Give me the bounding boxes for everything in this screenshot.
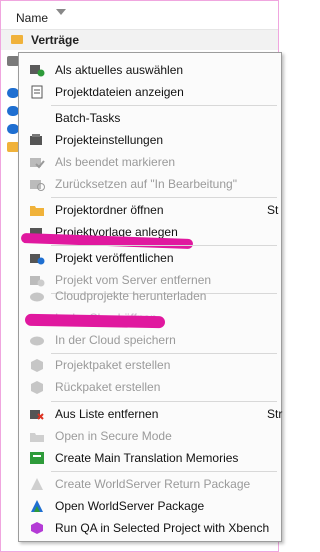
- menu-item-remove-from-list[interactable]: Aus Liste entfernen Str: [19, 403, 283, 425]
- sort-arrow-icon[interactable]: [56, 9, 66, 15]
- project-settings-icon: [29, 133, 45, 147]
- menu-item-label: Open in Secure Mode: [55, 429, 172, 443]
- menu-item-label: Projektdateien anzeigen: [55, 85, 184, 99]
- menu-item-open-folder[interactable]: Projektordner öffnen St: [19, 199, 281, 221]
- context-menu: Als aktuelles auswählen Projektdateien a…: [18, 52, 282, 542]
- highlight-mark: [24, 313, 166, 329]
- ws-open-icon: [29, 499, 45, 513]
- menu-item-label: Projektordner öffnen: [55, 203, 164, 217]
- menu-item-label: Batch-Tasks: [55, 111, 121, 125]
- publish-icon: [29, 251, 45, 265]
- menu-item-publish[interactable]: Projekt veröffentlichen: [19, 247, 281, 269]
- menu-separator: [51, 401, 277, 402]
- menu-separator: [51, 105, 277, 106]
- menu-item-label: Rückpaket erstellen: [55, 380, 161, 394]
- menu-item-label: Open WorldServer Package: [55, 499, 205, 513]
- project-group-row[interactable]: Verträge: [1, 30, 278, 50]
- group-label: Verträge: [31, 33, 80, 47]
- cloud-save-icon: [29, 333, 45, 347]
- tm-icon: [29, 451, 45, 465]
- menu-item-label: In der Cloud speichern: [55, 333, 176, 347]
- menu-item-ws-open[interactable]: Open WorldServer Package: [19, 495, 281, 517]
- menu-item-label: Als beendet markieren: [55, 155, 176, 169]
- xbench-icon: [29, 521, 45, 535]
- return-package-icon: [29, 380, 45, 394]
- menu-item-shortcut: St: [267, 203, 279, 217]
- menu-item-download-cloud[interactable]: Cloudprojekte herunterladen: [19, 285, 281, 307]
- cloud-download-icon: [29, 289, 45, 303]
- menu-item-label: Aus Liste entfernen: [55, 407, 159, 421]
- column-header[interactable]: Name: [1, 1, 278, 30]
- menu-item-label: Create Main Translation Memories: [55, 451, 239, 465]
- remove-icon: [29, 407, 45, 421]
- menu-item-secure-mode[interactable]: Open in Secure Mode: [19, 425, 281, 447]
- menu-item-xbench[interactable]: Run QA in Selected Project with Xbench: [19, 517, 281, 539]
- menu-item-create-package[interactable]: Projektpaket erstellen: [19, 354, 281, 376]
- secure-mode-icon: [29, 429, 45, 443]
- menu-separator: [51, 471, 277, 472]
- menu-item-label: Projekt veröffentlichen: [55, 251, 174, 265]
- folder-icon: [11, 35, 23, 44]
- menu-separator: [51, 245, 277, 246]
- menu-separator: [51, 197, 277, 198]
- menu-item-label: Projekteinstellungen: [55, 133, 164, 147]
- menu-item-create-return-package[interactable]: Rückpaket erstellen: [19, 376, 281, 398]
- set-current-icon: [29, 63, 45, 77]
- mark-complete-icon: [29, 155, 45, 169]
- menu-item-label: Cloudprojekte herunterladen: [55, 289, 207, 303]
- ws-return-icon: [29, 477, 45, 491]
- menu-item-label: Projektpaket erstellen: [55, 358, 171, 372]
- menu-item-label: Create WorldServer Return Package: [55, 477, 251, 491]
- menu-item-show-files[interactable]: Projektdateien anzeigen: [19, 81, 281, 103]
- column-name-label: Name: [16, 11, 49, 25]
- menu-item-label: Run QA in Selected Project with Xbench: [55, 521, 270, 535]
- menu-item-label: Als aktuelles auswählen: [55, 63, 184, 77]
- menu-item-shortcut: Str: [267, 407, 283, 421]
- package-icon: [29, 358, 45, 372]
- menu-item-save-in-cloud[interactable]: In der Cloud speichern: [19, 329, 281, 351]
- menu-item-set-current[interactable]: Als aktuelles auswählen: [19, 59, 281, 81]
- menu-item-label: Zurücksetzen auf "In Bearbeitung": [55, 177, 237, 191]
- menu-item-mark-complete[interactable]: Als beendet markieren: [19, 151, 281, 173]
- menu-item-project-settings[interactable]: Projekteinstellungen: [19, 129, 281, 151]
- project-files-icon: [29, 85, 45, 99]
- menu-item-ws-return[interactable]: Create WorldServer Return Package: [19, 473, 281, 495]
- menu-item-batch-tasks[interactable]: Batch-Tasks: [19, 107, 281, 129]
- folder-icon: [29, 203, 45, 217]
- menu-item-revert[interactable]: Zurücksetzen auf "In Bearbeitung": [19, 173, 281, 195]
- menu-item-create-tm[interactable]: Create Main Translation Memories: [19, 447, 281, 469]
- revert-icon: [29, 177, 45, 191]
